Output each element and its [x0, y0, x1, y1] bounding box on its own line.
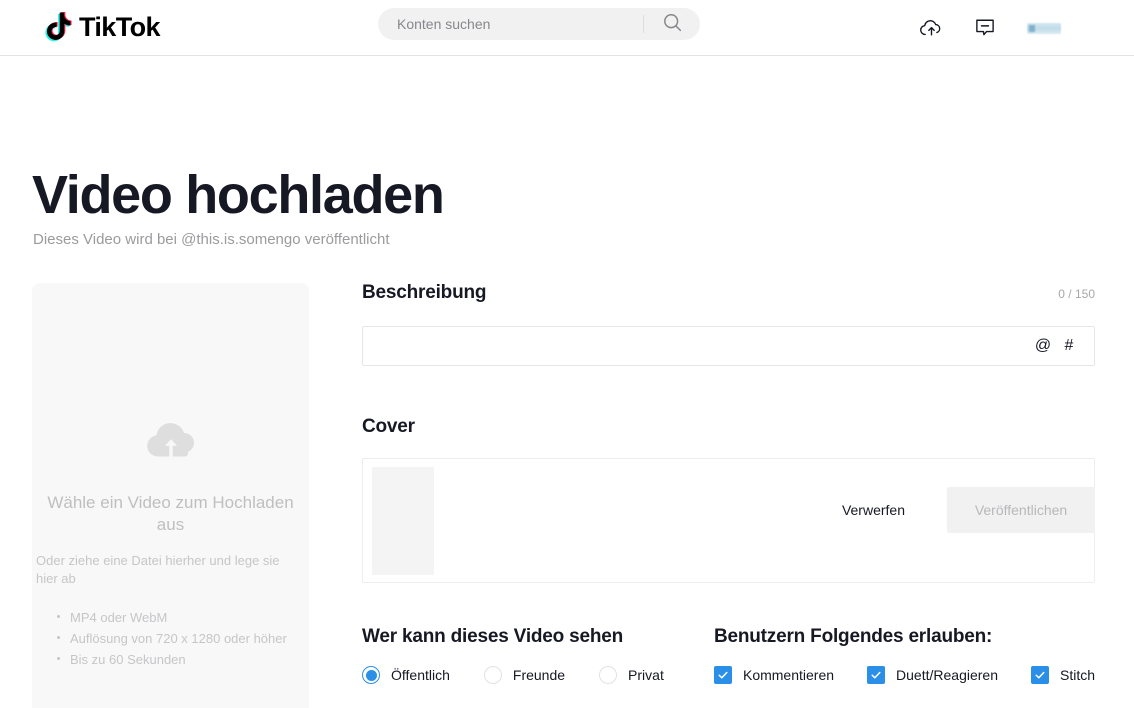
page-subtitle: Dieses Video wird bei @this.is.somengo v… — [33, 231, 390, 248]
description-field[interactable]: @ # — [362, 326, 1095, 366]
upload-page: Video hochladen Dieses Video wird bei @t… — [0, 56, 1134, 708]
list-item: Auflösung von 720 x 1280 oder höher — [57, 628, 287, 649]
checkbox-label: Duett/Reagieren — [896, 667, 998, 683]
checkbox-option-comments[interactable]: Kommentieren — [713, 666, 835, 684]
radio-label: Privat — [628, 667, 664, 683]
radio-indicator[interactable] — [483, 666, 502, 684]
permissions-title: Benutzern Folgendes erlauben: — [713, 626, 993, 647]
checkbox-indicator-checked[interactable] — [867, 666, 886, 684]
permissions-group: Benutzern Folgendes erlauben: Kommentier… — [713, 626, 1095, 684]
description-input[interactable] — [363, 327, 1030, 365]
top-navigation-bar: TikTok — [0, 0, 1134, 56]
uploader-requirements-list: MP4 oder WebM Auflösung von 720 x 1280 o… — [32, 607, 287, 670]
checkbox-option-duet-react[interactable]: Duett/Reagieren — [867, 666, 998, 684]
permissions-checkbox-group: Kommentieren Duett/Reagieren Stitch — [713, 666, 1095, 684]
hashtag-icon[interactable]: # — [1056, 327, 1082, 365]
search-input[interactable] — [378, 9, 643, 39]
list-item: MP4 oder WebM — [57, 607, 287, 628]
privacy-title: Wer kann dieses Video sehen — [362, 626, 624, 647]
checkbox-indicator-checked[interactable] — [713, 666, 732, 684]
privacy-group: Wer kann dieses Video sehen Öffentlich F… — [362, 627, 714, 684]
radio-option-private[interactable]: Privat — [599, 666, 664, 684]
radio-label: Öffentlich — [391, 667, 450, 683]
radio-option-public[interactable]: Öffentlich — [362, 666, 450, 684]
checkbox-indicator-checked[interactable] — [1030, 666, 1049, 684]
options-section: Wer kann dieses Video sehen Öffentlich F… — [362, 627, 1095, 684]
uploader-drag-hint: Oder ziehe eine Datei hierher und lege s… — [36, 552, 280, 587]
discard-button[interactable]: Verwerfen — [826, 492, 921, 528]
search-bar[interactable] — [378, 8, 700, 40]
cloud-upload-icon[interactable] — [918, 15, 944, 41]
tiktok-logo-home-link[interactable]: TikTok — [44, 8, 161, 48]
checkbox-option-stitch[interactable]: Stitch — [1030, 666, 1095, 684]
video-upload-dropzone[interactable]: Wähle ein Video zum Hochladen aus Oder z… — [32, 283, 309, 708]
search-icon — [662, 12, 683, 36]
checkbox-label: Stitch — [1059, 667, 1095, 683]
search-submit-button[interactable] — [644, 8, 700, 40]
brand-wordmark: TikTok — [79, 11, 161, 42]
form-actions: Verwerfen Veröffentlichen — [362, 487, 1095, 533]
radio-indicator[interactable] — [599, 666, 618, 684]
cloud-upload-icon — [143, 415, 199, 470]
radio-option-friends[interactable]: Freunde — [483, 666, 566, 684]
uploader-headline: Wähle ein Video zum Hochladen aus — [47, 493, 294, 534]
checkbox-label: Kommentieren — [742, 667, 835, 683]
publish-button[interactable]: Veröffentlichen — [947, 487, 1095, 533]
page-title: Video hochladen — [32, 165, 445, 225]
mention-icon[interactable]: @ — [1030, 327, 1056, 365]
list-item: Bis zu 60 Sekunden — [57, 649, 287, 670]
cover-title: Cover — [362, 416, 415, 437]
user-avatar[interactable] — [1026, 10, 1062, 46]
message-bubble-icon[interactable] — [972, 15, 998, 41]
privacy-radio-group: Öffentlich Freunde Privat — [362, 666, 714, 684]
radio-indicator-selected[interactable] — [362, 666, 380, 684]
radio-label: Freunde — [512, 667, 566, 683]
tiktok-note-icon — [44, 11, 74, 45]
description-header: Beschreibung 0 / 150 — [362, 283, 1095, 305]
header-actions — [918, 0, 1062, 56]
description-title: Beschreibung — [362, 282, 487, 303]
avatar-image — [1027, 22, 1061, 34]
description-character-counter: 0 / 150 — [1058, 287, 1095, 301]
upload-form: Beschreibung 0 / 150 @ # Cover Wer kann … — [362, 283, 1095, 684]
